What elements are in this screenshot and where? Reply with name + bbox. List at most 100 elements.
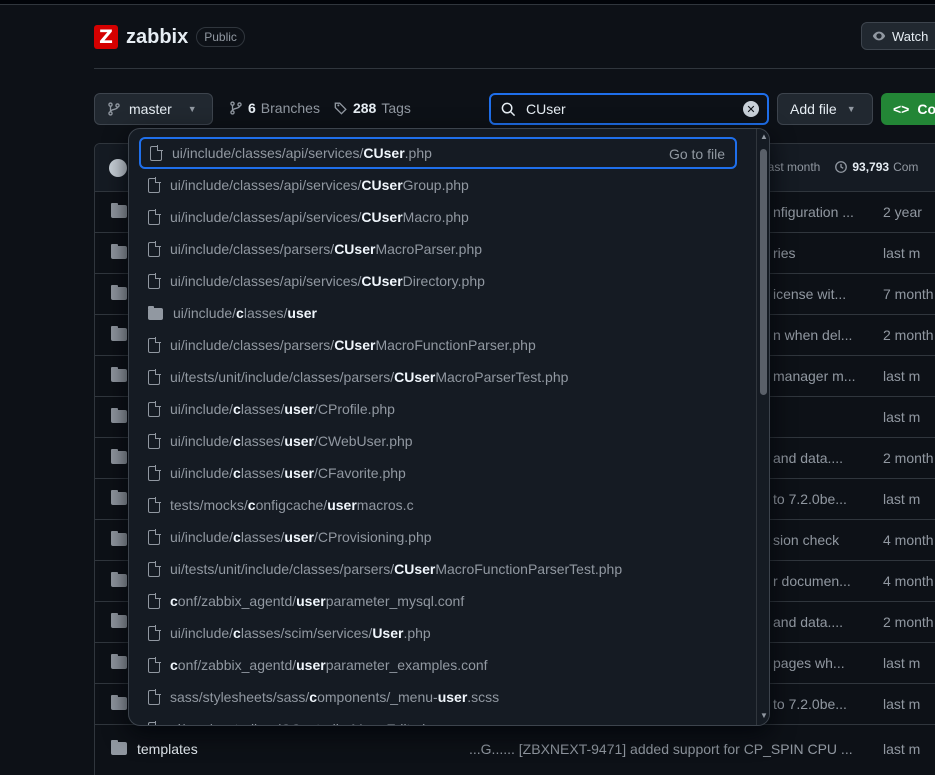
commit-date: last m	[883, 245, 921, 261]
commit-message[interactable]: ...G...... [ZBXNEXT-9471] added support …	[469, 741, 853, 757]
tags-link[interactable]: 288 Tags	[334, 100, 411, 116]
commit-date: 2 month	[883, 614, 934, 630]
path-segment: ui/app/controllers/CControllerMenuEdit.p…	[170, 721, 438, 725]
match-highlight: CUser	[334, 241, 376, 257]
file-icon	[148, 400, 161, 417]
file-icon	[148, 432, 161, 449]
match-highlight: user	[284, 433, 314, 449]
commit-message[interactable]: nfiguration ...	[773, 204, 854, 220]
search-result-item[interactable]: ui/include/classes/user	[139, 297, 737, 329]
file-icon	[148, 368, 161, 385]
scrollbar-thumb[interactable]	[760, 149, 767, 395]
path-segment: ui/tests/unit/include/classes/parsers/	[170, 369, 395, 385]
search-result-item[interactable]: sass/stylesheets/sass/components/_menu-u…	[139, 681, 737, 713]
tag-icon	[334, 102, 347, 115]
watch-button[interactable]: Watch	[861, 22, 935, 50]
branch-name: master	[129, 101, 172, 117]
match-highlight: CUser	[361, 273, 403, 289]
search-result-item[interactable]: ui/include/classes/user/CFavorite.php	[139, 457, 737, 489]
search-result-item[interactable]: ui/include/classes/api/services/CUser.ph…	[139, 137, 737, 169]
search-result-item[interactable]: ui/tests/unit/include/classes/parsers/CU…	[139, 361, 737, 393]
branches-label: Branches	[260, 100, 320, 116]
path-segment: MacroParserTest.php	[435, 369, 569, 385]
branches-link[interactable]: 6 Branches	[229, 100, 320, 116]
result-path: ui/tests/unit/include/classes/parsers/CU…	[170, 561, 622, 577]
match-highlight: CUser	[394, 369, 436, 385]
match-highlight: user	[327, 497, 357, 513]
search-result-item[interactable]: ui/include/classes/parsers/CUserMacroFun…	[139, 329, 737, 361]
commit-message[interactable]: r documen...	[773, 573, 851, 589]
folder-icon	[111, 367, 127, 382]
path-segment: lasses/	[240, 433, 285, 449]
path-segment: ui/include/	[170, 401, 234, 417]
search-result-item[interactable]: ui/tests/unit/include/classes/parsers/CU…	[139, 553, 737, 585]
commit-message[interactable]: to 7.2.0be...	[773, 696, 847, 712]
commit-message[interactable]: and data....	[773, 450, 843, 466]
file-search-box[interactable]: ✕	[489, 93, 769, 125]
scroll-down-icon[interactable]: ▼	[759, 711, 769, 721]
result-path: ui/include/classes/user/CFavorite.php	[170, 465, 406, 481]
commit-date: last m	[883, 491, 921, 507]
chevron-down-icon: ▼	[187, 104, 197, 114]
add-file-label: Add file	[790, 101, 837, 117]
folder-icon	[148, 306, 163, 320]
code-button[interactable]: <> Co	[881, 93, 935, 125]
clear-search-icon[interactable]: ✕	[743, 101, 759, 117]
search-result-item[interactable]: tests/mocks/configcache/usermacros.c	[139, 489, 737, 521]
repo-counts: 6 Branches 288 Tags	[229, 100, 411, 116]
search-result-item[interactable]: ui/include/classes/user/CProvisioning.ph…	[139, 521, 737, 553]
repo-logo[interactable]: Z	[94, 25, 118, 49]
commit-message[interactable]: sion check	[773, 532, 839, 548]
commit-message[interactable]: to 7.2.0be...	[773, 491, 847, 507]
path-segment: lasses/	[240, 401, 285, 417]
scroll-up-icon[interactable]: ▲	[759, 132, 769, 142]
result-path: ui/include/classes/user/CWebUser.php	[170, 433, 413, 449]
search-result-item[interactable]: ui/include/classes/user/CWebUser.php	[139, 425, 737, 457]
search-result-item[interactable]: ui/include/classes/scim/services/User.ph…	[139, 617, 737, 649]
search-result-item[interactable]: ui/include/classes/user/CProfile.php	[139, 393, 737, 425]
commit-message[interactable]: n when del...	[773, 327, 852, 343]
search-result-item[interactable]: ui/include/classes/api/services/CUserMac…	[139, 201, 737, 233]
folder-icon	[111, 490, 127, 505]
branch-select-button[interactable]: master ▼	[94, 93, 213, 125]
path-segment: ui/include/	[170, 465, 234, 481]
path-segment: /CProvisioning.php	[314, 529, 432, 545]
code-label: Co	[917, 101, 935, 117]
result-path: ui/include/classes/api/services/CUserMac…	[170, 209, 469, 225]
file-icon	[148, 272, 161, 289]
search-result-item[interactable]: ui/include/classes/api/services/CUserGro…	[139, 169, 737, 201]
path-segment: Directory.php	[402, 273, 485, 289]
path-segment: ui/include/classes/parsers/	[170, 337, 335, 353]
commit-message[interactable]: manager m...	[773, 368, 855, 384]
add-file-button[interactable]: Add file ▼	[777, 93, 873, 125]
file-search-input[interactable]	[526, 101, 726, 117]
file-icon	[148, 560, 161, 577]
repo-name[interactable]: zabbix	[126, 26, 188, 49]
result-path: ui/include/classes/user/CProvisioning.ph…	[170, 529, 432, 545]
commit-date: last m	[883, 368, 921, 384]
search-result-item[interactable]: ui/include/classes/parsers/CUserMacroPar…	[139, 233, 737, 265]
commit-message[interactable]: ries	[773, 245, 796, 261]
commit-time[interactable]: last month	[765, 160, 820, 174]
commit-message[interactable]: icense wit...	[773, 286, 846, 302]
scrollbar[interactable]: ▲ ▼	[756, 129, 769, 725]
search-result-item[interactable]: conf/zabbix_agentd/userparameter_mysql.c…	[139, 585, 737, 617]
folder-icon	[111, 531, 127, 546]
search-result-item[interactable]: ui/app/controllers/CControllerMenuEdit.p…	[139, 713, 737, 725]
file-name[interactable]: templates	[137, 741, 198, 757]
match-highlight: c	[233, 433, 241, 449]
table-row[interactable]: templates ...G...... [ZBXNEXT-9471] adde…	[95, 729, 935, 770]
match-highlight: c	[170, 657, 178, 673]
search-result-item[interactable]: ui/include/classes/api/services/CUserDir…	[139, 265, 737, 297]
commit-message[interactable]: pages wh...	[773, 655, 845, 671]
path-segment: lasses/	[240, 465, 285, 481]
path-segment: sass/stylesheets/sass/	[170, 689, 310, 705]
commit-message[interactable]: and data....	[773, 614, 843, 630]
avatar[interactable]	[109, 159, 127, 177]
path-segment: onf/zabbix_agentd/	[177, 657, 297, 673]
commits-link[interactable]: 93,793 Com	[834, 160, 918, 174]
file-icon	[148, 656, 161, 673]
result-path: ui/include/classes/api/services/CUserGro…	[170, 177, 469, 193]
search-result-item[interactable]: conf/zabbix_agentd/userparameter_example…	[139, 649, 737, 681]
path-segment: .php	[403, 625, 431, 641]
